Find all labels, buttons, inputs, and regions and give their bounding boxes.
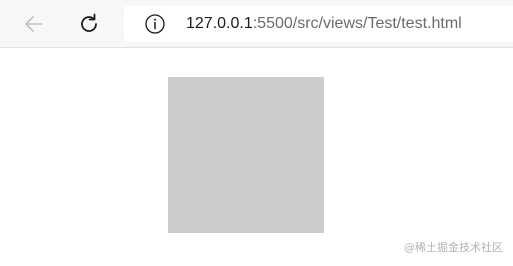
address-bar[interactable]: 127.0.0.1:5500/src/views/Test/test.html [124, 6, 513, 42]
browser-toolbar: 127.0.0.1:5500/src/views/Test/test.html [0, 0, 513, 48]
watermark: @稀土掘金技术社区 [404, 241, 503, 254]
gray-square-box [168, 77, 324, 233]
back-button[interactable] [18, 8, 50, 40]
url-text[interactable]: 127.0.0.1:5500/src/views/Test/test.html [186, 14, 462, 34]
reload-button[interactable] [73, 8, 105, 40]
info-icon[interactable] [144, 13, 166, 35]
page-content [0, 49, 513, 266]
arrow-left-icon [25, 16, 43, 32]
reload-icon [81, 13, 97, 32]
url-path: :5500/src/views/Test/test.html [252, 15, 462, 32]
url-host: 127.0.0.1 [186, 15, 253, 32]
